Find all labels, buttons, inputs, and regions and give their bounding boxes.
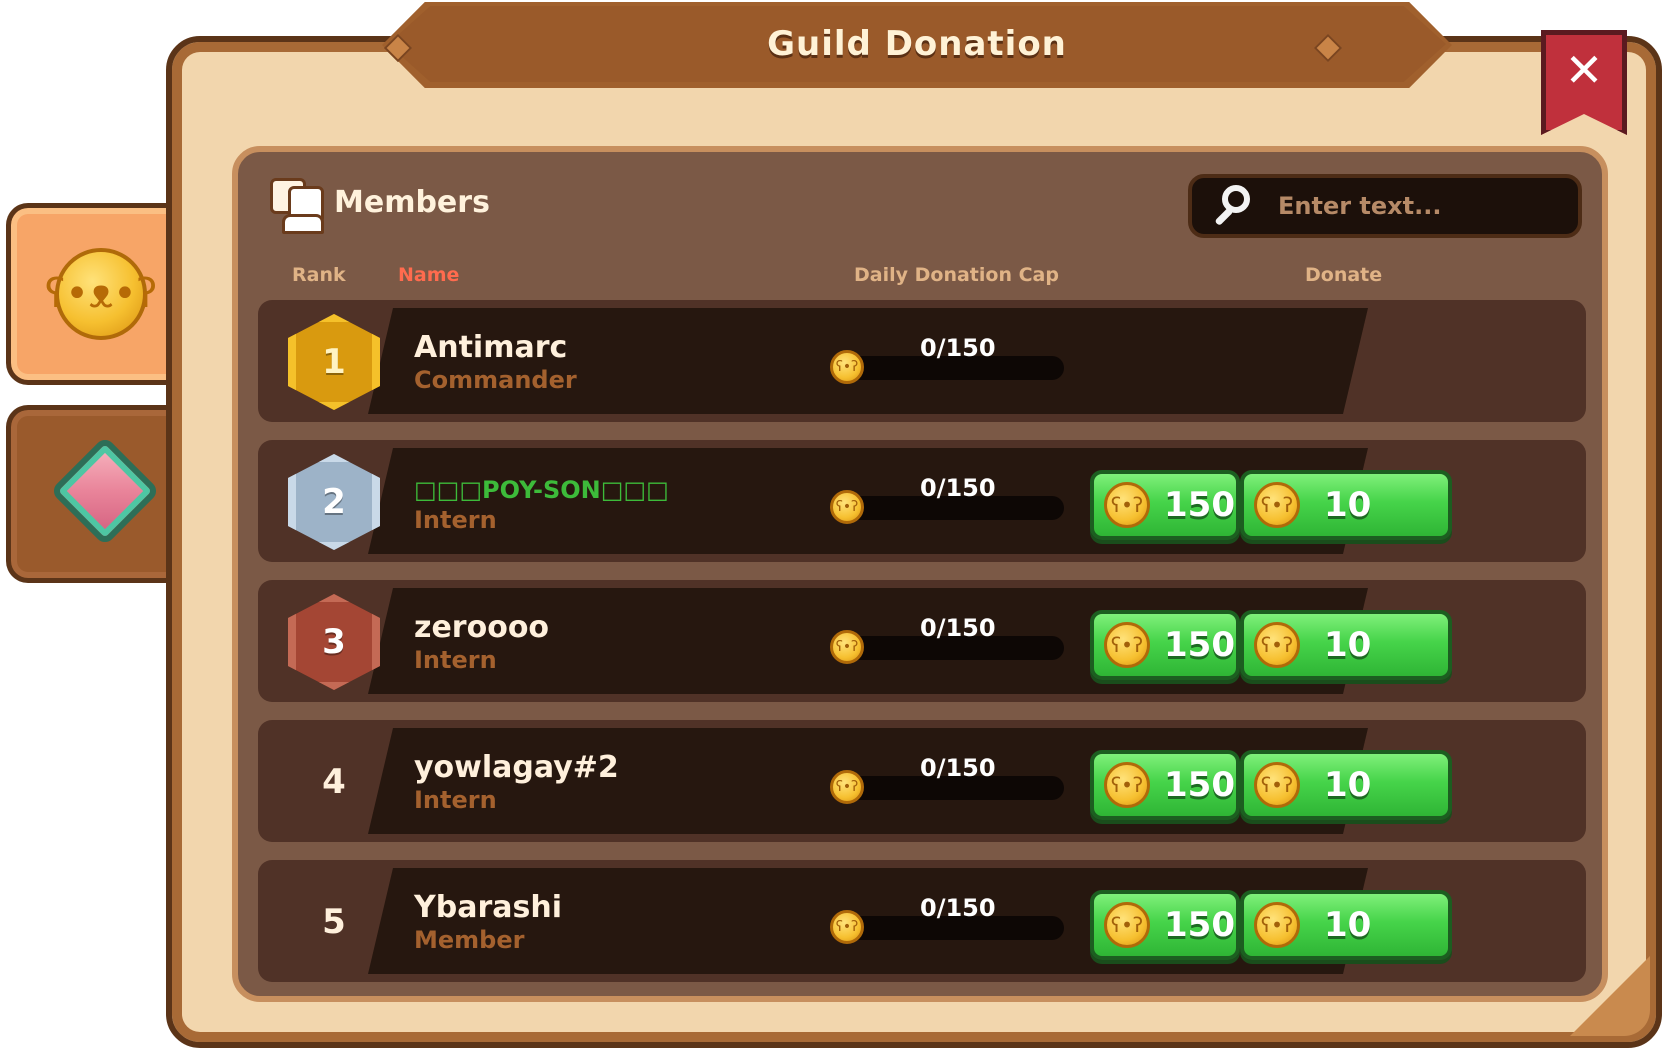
rank-badge-silver: 2 (288, 454, 380, 550)
member-row: 4 yowlagay#2 Intern ʕ•ʔ 0/150 ʕ•ʔ 150 ʕ•ʔ 10 (258, 720, 1586, 842)
member-role: Intern (414, 786, 497, 814)
member-name: Ybarashi (414, 890, 562, 925)
member-name: Antimarc (414, 330, 568, 365)
members-label: Members (334, 184, 490, 220)
member-name: □□□POY-SON□□□ (414, 476, 669, 504)
member-role: Intern (414, 506, 497, 534)
coin-icon: ʕ•ʔ (830, 630, 864, 664)
donate-10-button[interactable]: ʕ•ʔ 10 (1240, 890, 1452, 960)
gem-tab[interactable] (6, 405, 186, 583)
rank-badge-gold: 1 (288, 314, 380, 410)
rank-label: 1 (322, 342, 346, 382)
member-row: 2 □□□POY-SON□□□ Intern ʕ•ʔ 0/150 ʕ•ʔ 150 ʕ•ʔ 10 (258, 440, 1586, 562)
donate-amount: 10 (1324, 485, 1372, 525)
coin-icon: ʕ•ʔ (1254, 762, 1300, 808)
donate-amount: 10 (1324, 905, 1372, 945)
coin-icon: ʕ•ʔ (1254, 902, 1300, 948)
coin-icon: ʕ•ʔ (1104, 482, 1150, 528)
member-row: 5 Ybarashi Member ʕ•ʔ 0/150 ʕ•ʔ 150 ʕ•ʔ 10 (258, 860, 1586, 982)
search-input[interactable] (1276, 191, 1570, 221)
member-name: zeroooo (414, 610, 550, 645)
donate-150-button[interactable]: ʕ•ʔ 150 (1090, 610, 1240, 680)
coin-icon: ʕ•ʔ (830, 770, 864, 804)
donate-amount: 10 (1324, 625, 1372, 665)
coin-icon: ʕ•ʔ (1254, 622, 1300, 668)
member-role: Commander (414, 366, 577, 394)
rank-label: 2 (322, 482, 346, 522)
member-role: Intern (414, 646, 497, 674)
members-header: Members (268, 176, 490, 234)
coin-icon: ʕ•ʔ (1104, 902, 1150, 948)
gem-icon (49, 435, 161, 547)
coin-icon: ʕ•ʔ (830, 910, 864, 944)
donate-150-button[interactable]: ʕ•ʔ 150 (1090, 890, 1240, 960)
donate-150-button[interactable]: ʕ•ʔ 150 (1090, 470, 1240, 540)
coin-icon: ʕ•ʔ (830, 350, 864, 384)
donate-10-button[interactable]: ʕ•ʔ 10 (1240, 750, 1452, 820)
title-banner-inner: Guild Donation (388, 6, 1446, 82)
donation-cap-text: 0/150 (920, 334, 996, 362)
member-row: 3 zeroooo Intern ʕ•ʔ 0/150 ʕ•ʔ 150 ʕ•ʔ 10 (258, 580, 1586, 702)
donation-cap-text: 0/150 (920, 894, 996, 922)
donate-150-button[interactable]: ʕ•ʔ 150 (1090, 750, 1240, 820)
search-icon (1212, 183, 1258, 229)
coin-icon: ʕ•ʔ (1104, 622, 1150, 668)
member-role: Member (414, 926, 525, 954)
coin-icon: ʕ•ʔ (1104, 762, 1150, 808)
window-title: Guild Donation (767, 24, 1067, 64)
rank-label: 4 (322, 762, 346, 802)
close-icon: ✕ (1564, 43, 1604, 97)
search-box[interactable] (1188, 174, 1582, 238)
column-rank: Rank (292, 264, 346, 286)
rank-number: 4 (288, 734, 380, 830)
rank-label: 5 (322, 902, 346, 942)
coin-tab[interactable]: ʕ•ᴥ•ʔ (6, 203, 186, 385)
coin-icon: ʕ•ᴥ•ʔ (45, 248, 157, 340)
column-daily-cap: Daily Donation Cap (854, 264, 1059, 286)
donate-10-button[interactable]: ʕ•ʔ 10 (1240, 610, 1452, 680)
donation-cap-text: 0/150 (920, 614, 996, 642)
donate-amount: 150 (1164, 765, 1235, 805)
column-donate: Donate (1305, 264, 1383, 286)
rank-label: 3 (322, 622, 346, 662)
donate-amount: 150 (1164, 625, 1235, 665)
donate-amount: 150 (1164, 905, 1235, 945)
donation-cap-text: 0/150 (920, 754, 996, 782)
member-row: 1 Antimarc Commander ʕ•ʔ 0/150 (258, 300, 1586, 422)
rank-badge-bronze: 3 (288, 594, 380, 690)
coin-icon: ʕ•ʔ (830, 490, 864, 524)
donation-cap-text: 0/150 (920, 474, 996, 502)
donate-10-button[interactable]: ʕ•ʔ 10 (1240, 470, 1452, 540)
donate-amount: 10 (1324, 765, 1372, 805)
coin-icon: ʕ•ʔ (1254, 482, 1300, 528)
members-icon (268, 176, 324, 234)
donate-amount: 150 (1164, 485, 1235, 525)
rank-number: 5 (288, 874, 380, 970)
column-name[interactable]: Name (398, 264, 459, 286)
member-name: yowlagay#2 (414, 750, 619, 785)
